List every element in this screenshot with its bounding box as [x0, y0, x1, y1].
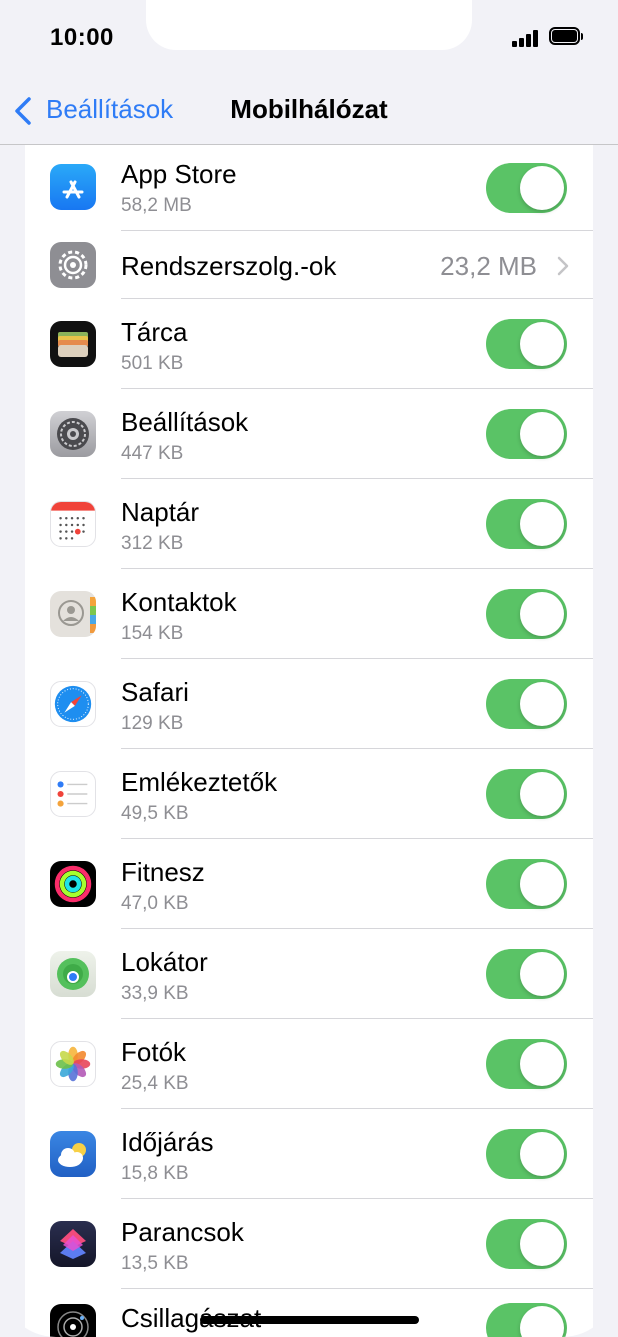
cellular-toggle[interactable] [486, 1219, 567, 1269]
cellular-toggle[interactable] [486, 1129, 567, 1179]
list-item-safari[interactable]: Safari 129 KB [25, 659, 593, 749]
list-item-shortcuts[interactable]: Parancsok 13,5 KB [25, 1199, 593, 1289]
app-usage: 58,2 MB [121, 195, 192, 216]
cellular-toggle[interactable] [486, 949, 567, 999]
cellular-toggle[interactable] [486, 769, 567, 819]
cellular-signal-icon [512, 29, 542, 47]
cellular-toggle[interactable] [486, 163, 567, 213]
app-name: Tárca [121, 317, 188, 347]
fitness-icon [50, 861, 96, 907]
home-indicator[interactable] [200, 1316, 419, 1324]
cellular-toggle[interactable] [486, 859, 567, 909]
app-usage: 33,9 KB [121, 983, 189, 1004]
list-item-fitness[interactable]: Fitnesz 47,0 KB [25, 839, 593, 929]
app-usage: 15,8 KB [121, 1163, 189, 1184]
gear-icon [50, 242, 96, 288]
list-item-weather[interactable]: Időjárás 15,8 KB [25, 1109, 593, 1199]
app-name: Beállítások [121, 407, 249, 437]
app-usage: 501 KB [121, 353, 184, 374]
page-title-text: Mobilhálózat [230, 94, 388, 124]
app-name: Fotók [121, 1037, 187, 1067]
app-usage: 312 KB [121, 533, 184, 554]
list-item-calendar[interactable]: Naptár 312 KB [25, 479, 593, 569]
app-name: Parancsok [121, 1217, 244, 1247]
list-item-app-store[interactable]: App Store 58,2 MB [25, 145, 593, 231]
list-item-astronomy[interactable]: Csillagászat [25, 1289, 593, 1337]
cellular-toggle[interactable] [486, 1039, 567, 1089]
app-usage: 47,0 KB [121, 893, 189, 914]
calendar-icon [50, 501, 96, 547]
app-name: Időjárás [121, 1127, 214, 1157]
navigation-bar: Beállítások Mobilhálózat [0, 78, 618, 145]
list-item-system-services[interactable]: Rendszerszolg.-ok 23,2 MB [25, 231, 593, 299]
usage-value: 23,2 MB [440, 251, 537, 281]
cellular-toggle[interactable] [486, 1303, 567, 1337]
page-title: Mobilhálózat [0, 94, 618, 125]
app-name: Rendszerszolg.-ok [121, 251, 337, 281]
list-item-settings[interactable]: Beállítások 447 KB [25, 389, 593, 479]
app-name: Lokátor [121, 947, 208, 977]
app-name: Kontaktok [121, 587, 237, 617]
shortcuts-icon [50, 1221, 96, 1267]
status-bar: 10:00 [0, 0, 618, 78]
phone-screen: 10:00 Beállítások Mobilhálózat App Store [0, 0, 618, 1337]
safari-icon [50, 681, 96, 727]
list-item-reminders[interactable]: Emlékeztetők 49,5 KB [25, 749, 593, 839]
cellular-toggle[interactable] [486, 589, 567, 639]
list-item-wallet[interactable]: Tárca 501 KB [25, 299, 593, 389]
notch [146, 0, 472, 50]
list-item-contacts[interactable]: Kontaktok 154 KB [25, 569, 593, 659]
app-usage: 129 KB [121, 713, 184, 734]
find-my-icon [50, 951, 96, 997]
cellular-toggle[interactable] [486, 409, 567, 459]
app-usage: 13,5 KB [121, 1253, 189, 1274]
app-store-icon [50, 164, 96, 210]
contacts-icon [50, 591, 96, 637]
app-name: App Store [121, 159, 237, 189]
app-name: Fitnesz [121, 857, 205, 887]
cellular-toggle[interactable] [486, 319, 567, 369]
battery-icon [549, 27, 583, 47]
app-usage: 154 KB [121, 623, 184, 644]
reminders-icon [50, 771, 96, 817]
app-name: Naptár [121, 497, 200, 527]
app-usage: 49,5 KB [121, 803, 189, 824]
list-item-find-my[interactable]: Lokátor 33,9 KB [25, 929, 593, 1019]
astronomy-icon [50, 1304, 96, 1337]
settings-icon [50, 411, 96, 457]
wallet-icon [50, 321, 96, 367]
cellular-toggle[interactable] [486, 499, 567, 549]
weather-icon [50, 1131, 96, 1177]
cellular-toggle[interactable] [486, 679, 567, 729]
app-name: Emlékeztetők [121, 767, 278, 797]
app-data-list: App Store 58,2 MB Rendszerszolg.-ok 23,2… [25, 145, 593, 1337]
chevron-right-icon [557, 256, 569, 276]
app-usage: 25,4 KB [121, 1073, 189, 1094]
app-usage: 447 KB [121, 443, 184, 464]
status-time: 10:00 [50, 24, 114, 51]
list-item-photos[interactable]: Fotók 25,4 KB [25, 1019, 593, 1109]
app-name: Safari [121, 677, 189, 707]
photos-icon [50, 1041, 96, 1087]
